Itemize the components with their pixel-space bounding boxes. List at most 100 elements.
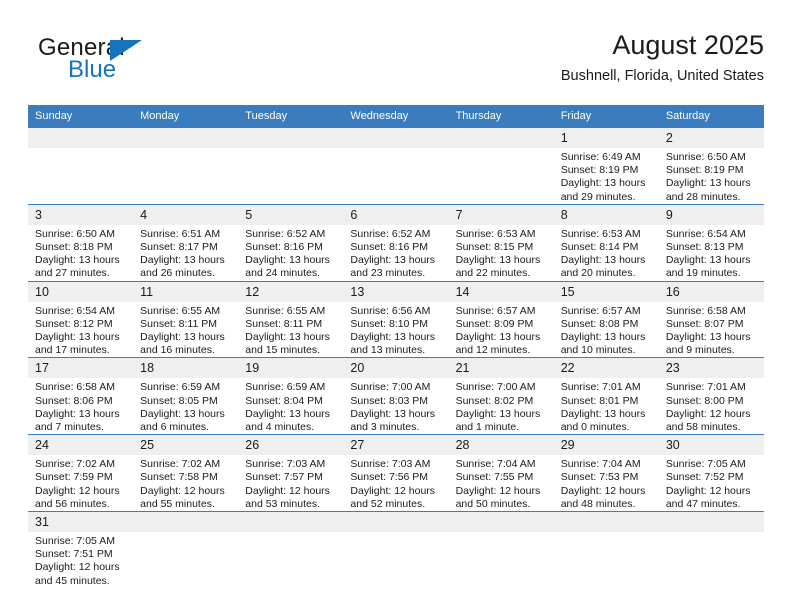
calendar-day-cell[interactable]: 6 Sunrise: 6:52 AM Sunset: 8:16 PM Daylight… xyxy=(343,203,449,282)
day-details: Sunrise: 7:01 AM Sunset: 8:01 PM Daylight:… xyxy=(553,378,659,435)
calendar-cell-empty xyxy=(658,511,764,588)
weekday-header-row: Sunday Monday Tuesday Wednesday Thursday Frid… xyxy=(28,105,764,128)
calendar-day-cell[interactable]: 17 Sunrise: 6:58 AM Sunset: 8:06 PM Dayligh… xyxy=(28,357,134,435)
calendar-day-cell[interactable]: 5 Sunrise: 6:52 AM Sunset: 8:16 PM Daylight… xyxy=(238,203,344,282)
day-details: Sunrise: 6:57 AM Sunset: 8:08 PM Daylight:… xyxy=(553,301,659,358)
page-header: General Blue August 2025 Bushnell, Flori… xyxy=(28,28,764,98)
daylight-duration-line1: Daylight: 12 hours xyxy=(665,484,751,497)
day-number: 21 xyxy=(448,358,554,379)
calendar-day-cell[interactable]: 18 Sunrise: 6:59 AM Sunset: 8:05 PM Dayligh… xyxy=(133,357,239,435)
calendar-cell-empty xyxy=(238,511,344,588)
daylight-duration-line1: Daylight: 12 hours xyxy=(35,561,120,574)
sunrise-time: Sunrise: 6:54 AM xyxy=(665,227,746,240)
calendar-day-cell[interactable]: 15 Sunrise: 6:57 AM Sunset: 8:08 PM Dayligh… xyxy=(553,280,659,358)
day-number: 2 xyxy=(658,128,764,148)
sunrise-time: Sunrise: 7:01 AM xyxy=(560,381,641,394)
calendar-day-cell[interactable]: 12 Sunrise: 6:55 AM Sunset: 8:11 PM Dayligh… xyxy=(238,280,344,358)
day-number: 15 xyxy=(553,282,659,302)
sunrise-time: Sunrise: 6:59 AM xyxy=(245,381,326,394)
calendar-day-cell[interactable]: 29 Sunrise: 7:04 AM Sunset: 7:53 PM Dayligh… xyxy=(553,434,659,512)
calendar-day-cell[interactable]: 4 Sunrise: 6:51 AM Sunset: 8:17 PM Daylight… xyxy=(133,203,239,282)
day-number: 13 xyxy=(343,282,449,302)
calendar-day-cell[interactable]: 20 Sunrise: 7:00 AM Sunset: 8:03 PM Dayligh… xyxy=(343,357,449,435)
sunrise-time: Sunrise: 7:04 AM xyxy=(560,458,641,471)
calendar-day-cell[interactable]: 11 Sunrise: 6:55 AM Sunset: 8:11 PM Dayligh… xyxy=(133,280,239,358)
day-details: Sunrise: 6:55 AM Sunset: 8:11 PM Daylight:… xyxy=(238,301,344,358)
sunset-time: Sunset: 8:13 PM xyxy=(665,241,744,254)
calendar-day-cell[interactable]: 22 Sunrise: 7:01 AM Sunset: 8:01 PM Dayligh… xyxy=(553,357,659,435)
calendar-day-cell[interactable]: 28 Sunrise: 7:04 AM Sunset: 7:55 PM Dayligh… xyxy=(448,434,554,512)
sunset-time: Sunset: 7:59 PM xyxy=(35,471,113,484)
day-details: Sunrise: 7:05 AM Sunset: 7:52 PM Daylight:… xyxy=(658,455,764,512)
sunset-time: Sunset: 8:19 PM xyxy=(560,164,639,177)
calendar-day-cell[interactable]: 14 Sunrise: 6:57 AM Sunset: 8:09 PM Dayligh… xyxy=(448,280,554,358)
page-title: August 2025 xyxy=(612,30,764,60)
calendar-day-cell[interactable]: 2 Sunrise: 6:50 AM Sunset: 8:19 PM Daylight… xyxy=(658,127,764,205)
daylight-duration-line2: and 48 minutes. xyxy=(560,497,636,510)
calendar-day-cell[interactable]: 10 Sunrise: 6:54 AM Sunset: 8:12 PM Dayligh… xyxy=(28,280,134,358)
sunset-time: Sunset: 8:05 PM xyxy=(140,394,218,407)
sunrise-time: Sunrise: 7:03 AM xyxy=(245,458,326,471)
sunrise-time: Sunrise: 6:51 AM xyxy=(140,227,221,240)
sunset-time: Sunset: 8:11 PM xyxy=(245,317,323,330)
day-details: Sunrise: 6:58 AM Sunset: 8:06 PM Daylight:… xyxy=(28,378,134,435)
sunset-time: Sunset: 7:57 PM xyxy=(245,471,323,484)
weekday-header-saturday: Saturday xyxy=(658,105,764,128)
sunset-time: Sunset: 7:51 PM xyxy=(35,548,113,561)
daylight-duration-line2: and 20 minutes. xyxy=(560,267,636,280)
calendar-day-cell[interactable]: 13 Sunrise: 6:56 AM Sunset: 8:10 PM Dayligh… xyxy=(343,280,449,358)
calendar-day-cell[interactable]: 16 Sunrise: 6:58 AM Sunset: 8:07 PM Dayligh… xyxy=(658,280,764,358)
day-details: Sunrise: 7:02 AM Sunset: 7:58 PM Daylight:… xyxy=(133,455,239,512)
daylight-duration-line2: and 19 minutes. xyxy=(665,267,741,280)
daylight-duration-line2: and 7 minutes. xyxy=(35,421,104,434)
calendar-day-cell[interactable]: 23 Sunrise: 7:01 AM Sunset: 8:00 PM Dayligh… xyxy=(658,357,764,435)
daylight-duration-line1: Daylight: 13 hours xyxy=(665,254,751,267)
calendar-day-cell[interactable]: 25 Sunrise: 7:02 AM Sunset: 7:58 PM Dayligh… xyxy=(133,434,239,512)
calendar-cell-empty xyxy=(343,511,449,588)
general-blue-logo[interactable]: General Blue xyxy=(38,34,228,90)
sunset-time: Sunset: 8:03 PM xyxy=(350,394,429,407)
calendar-day-cell[interactable]: 26 Sunrise: 7:03 AM Sunset: 7:57 PM Dayligh… xyxy=(238,434,344,512)
day-number: 30 xyxy=(658,435,764,456)
sunrise-time: Sunrise: 6:56 AM xyxy=(350,304,431,317)
calendar-week-row: 31 Sunrise: 7:05 AM Sunset: 7:51 PM Dayligh… xyxy=(28,511,764,588)
day-details: Sunrise: 6:54 AM Sunset: 8:12 PM Daylight:… xyxy=(28,301,134,358)
day-details: Sunrise: 6:50 AM Sunset: 8:18 PM Daylight:… xyxy=(28,224,134,281)
calendar-day-cell[interactable]: 27 Sunrise: 7:03 AM Sunset: 7:56 PM Dayligh… xyxy=(343,434,449,512)
daylight-duration-line1: Daylight: 12 hours xyxy=(350,484,436,497)
sunrise-time: Sunrise: 6:57 AM xyxy=(560,304,641,317)
calendar-week-row: 1 Sunrise: 6:49 AM Sunset: 8:19 PM Daylight… xyxy=(28,127,764,205)
calendar-day-cell[interactable]: 21 Sunrise: 7:00 AM Sunset: 8:02 PM Dayligh… xyxy=(448,357,554,435)
sunrise-time: Sunrise: 7:03 AM xyxy=(350,458,431,471)
sunset-time: Sunset: 8:06 PM xyxy=(35,394,113,407)
sunset-time: Sunset: 8:14 PM xyxy=(560,241,639,254)
calendar-week-row: 10 Sunrise: 6:54 AM Sunset: 8:12 PM Dayligh… xyxy=(28,280,764,358)
weekday-header-wednesday: Wednesday xyxy=(343,105,449,128)
weekday-header-sunday: Sunday xyxy=(28,105,134,128)
daylight-duration-line2: and 56 minutes. xyxy=(35,497,110,510)
daylight-duration-line2: and 53 minutes. xyxy=(245,497,320,510)
daylight-duration-line2: and 24 minutes. xyxy=(245,267,320,280)
daylight-duration-line1: Daylight: 12 hours xyxy=(245,484,330,497)
sunrise-time: Sunrise: 7:00 AM xyxy=(455,381,536,394)
calendar-day-cell[interactable]: 31 Sunrise: 7:05 AM Sunset: 7:51 PM Dayligh… xyxy=(28,511,134,588)
calendar-day-cell[interactable]: 7 Sunrise: 6:53 AM Sunset: 8:15 PM Daylight… xyxy=(448,203,554,282)
day-number: 26 xyxy=(238,435,344,456)
sunset-time: Sunset: 8:07 PM xyxy=(665,317,744,330)
sunrise-time: Sunrise: 6:59 AM xyxy=(140,381,221,394)
day-details: Sunrise: 6:56 AM Sunset: 8:10 PM Daylight:… xyxy=(343,301,449,358)
calendar-day-cell[interactable]: 1 Sunrise: 6:49 AM Sunset: 8:19 PM Daylight… xyxy=(553,127,659,205)
sunset-time: Sunset: 8:10 PM xyxy=(350,317,429,330)
sunset-time: Sunset: 8:01 PM xyxy=(560,394,639,407)
calendar-day-cell[interactable]: 24 Sunrise: 7:02 AM Sunset: 7:59 PM Dayligh… xyxy=(28,434,134,512)
sunset-time: Sunset: 8:08 PM xyxy=(560,317,639,330)
calendar-day-cell[interactable]: 8 Sunrise: 6:53 AM Sunset: 8:14 PM Daylight… xyxy=(553,203,659,282)
calendar-day-cell[interactable]: 3 Sunrise: 6:50 AM Sunset: 8:18 PM Daylight… xyxy=(28,203,134,282)
calendar-day-cell[interactable]: 30 Sunrise: 7:05 AM Sunset: 7:52 PM Dayligh… xyxy=(658,434,764,512)
weekday-header-tuesday: Tuesday xyxy=(238,105,344,128)
sunrise-time: Sunrise: 6:57 AM xyxy=(455,304,536,317)
sunset-time: Sunset: 8:16 PM xyxy=(350,241,429,254)
day-details: Sunrise: 6:54 AM Sunset: 8:13 PM Daylight:… xyxy=(658,224,764,281)
calendar-day-cell[interactable]: 19 Sunrise: 6:59 AM Sunset: 8:04 PM Dayligh… xyxy=(238,357,344,435)
calendar-day-cell[interactable]: 9 Sunrise: 6:54 AM Sunset: 8:13 PM Daylight… xyxy=(658,203,764,282)
